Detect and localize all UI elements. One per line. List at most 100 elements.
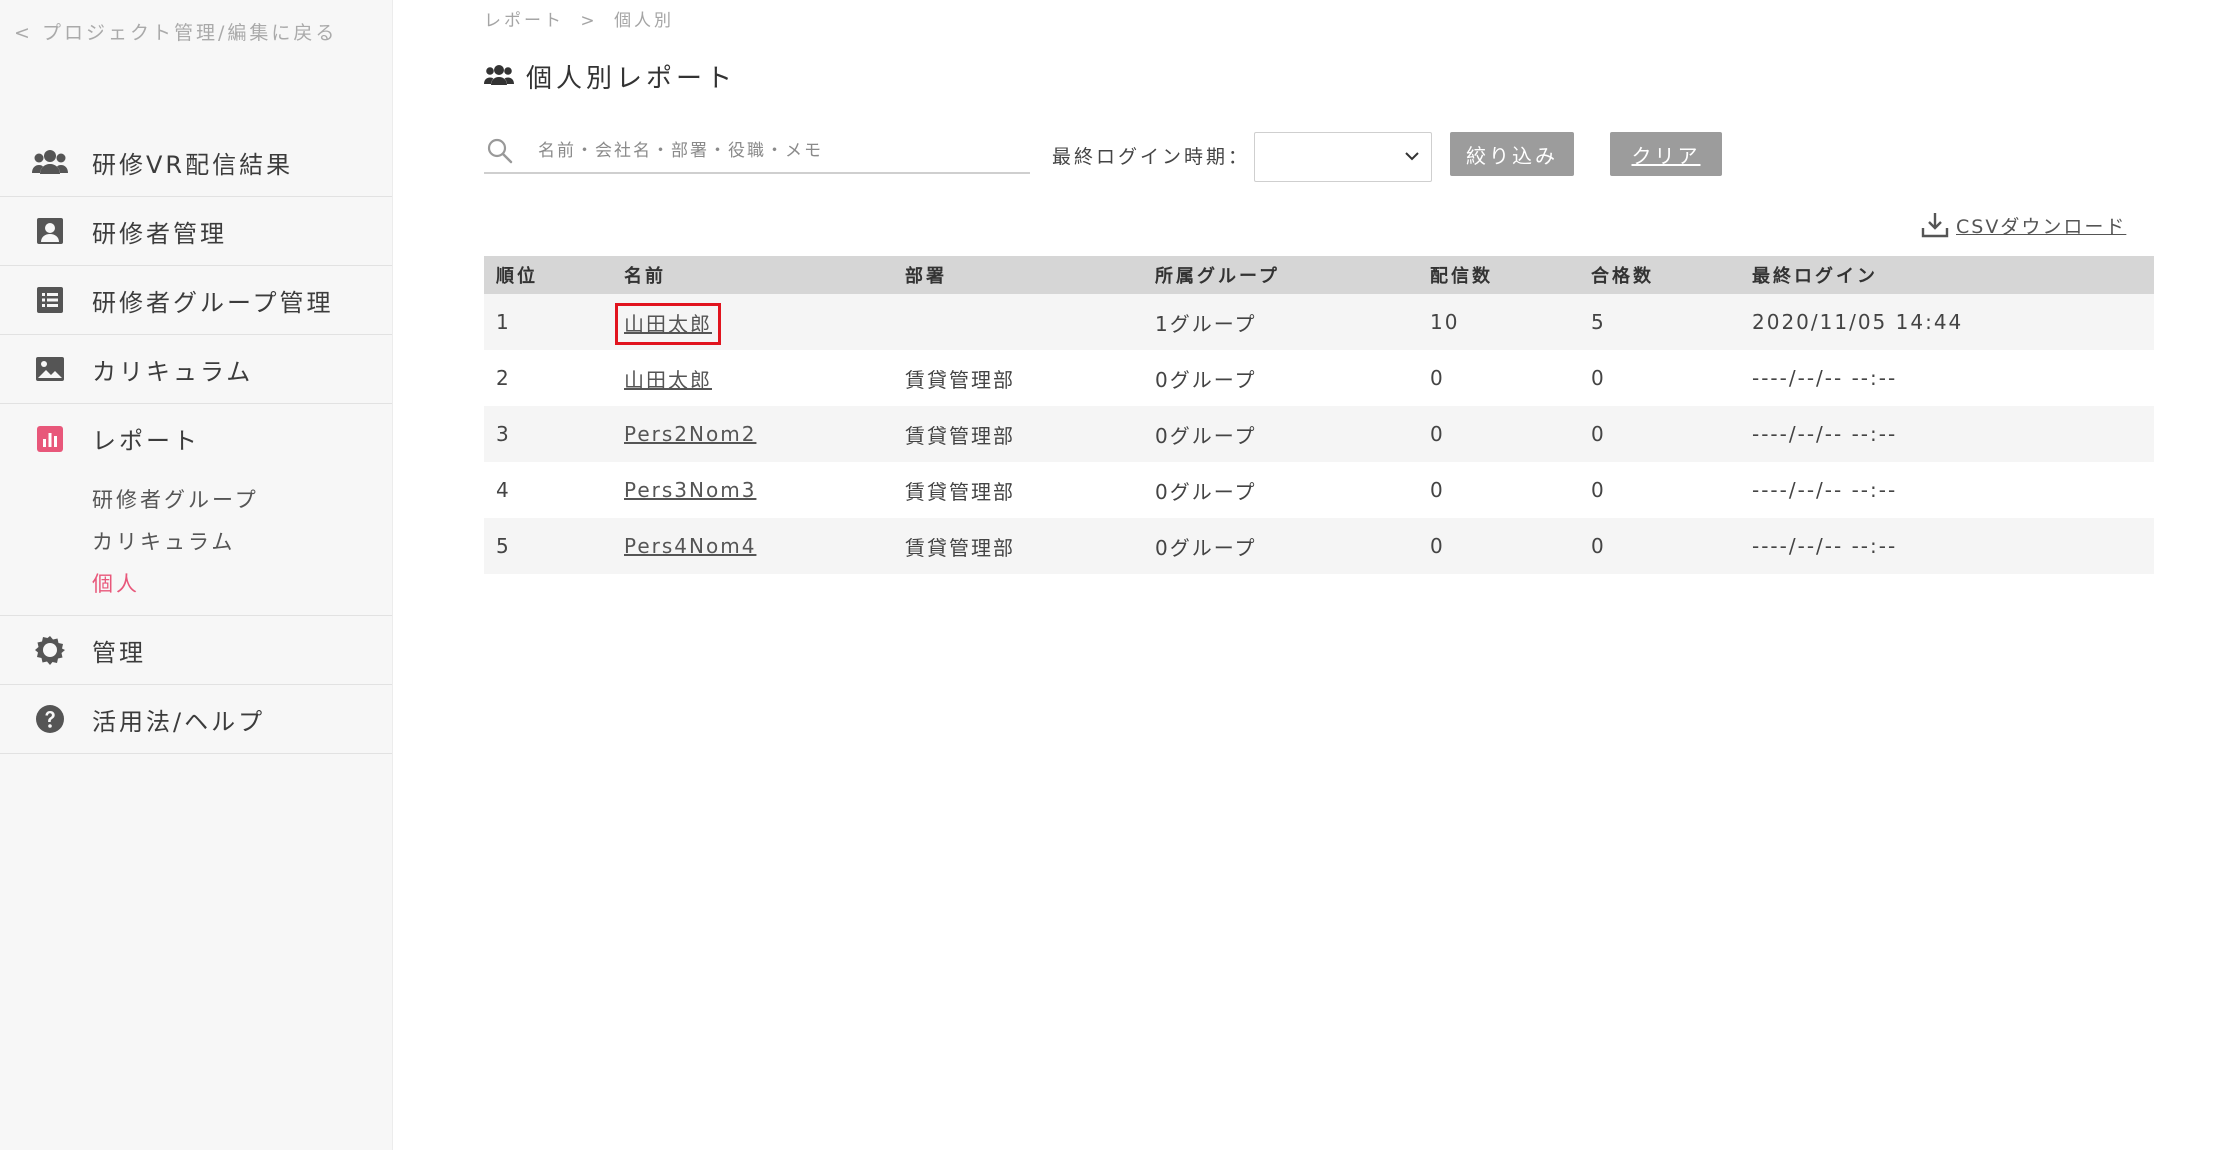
column-header-rank: 順位 — [484, 256, 612, 294]
cell-department: 賃貸管理部 — [893, 350, 1143, 406]
app-root: < プロジェクト管理/編集に戻る 研修VR配信結果 研修者管理 研修者グループ管… — [0, 0, 2217, 1150]
trainee-name-link[interactable]: Pers3Nom3 — [624, 478, 756, 502]
column-header-deliveries: 配信数 — [1418, 256, 1579, 294]
cell-rank: 5 — [484, 518, 612, 574]
cell-name: Pers2Nom2 — [612, 406, 893, 462]
trainee-name-link[interactable]: Pers2Nom2 — [624, 422, 756, 446]
table-header-row: 順位 名前 部署 所属グループ 配信数 合格数 最終ログイン — [484, 256, 2154, 294]
cell-last-login: ----/--/-- --:-- — [1740, 350, 2154, 406]
cell-group: 1グループ — [1143, 294, 1418, 350]
sidebar-item-training-results[interactable]: 研修VR配信結果 — [0, 128, 392, 197]
cell-rank: 3 — [484, 406, 612, 462]
bar-chart-icon — [30, 419, 70, 459]
sidebar: < プロジェクト管理/編集に戻る 研修VR配信結果 研修者管理 研修者グループ管… — [0, 0, 393, 1150]
cell-group: 0グループ — [1143, 406, 1418, 462]
cell-passed: 0 — [1579, 462, 1740, 518]
last-login-select[interactable] — [1254, 132, 1432, 182]
cell-department: 賃貸管理部 — [893, 462, 1143, 518]
search-icon — [486, 137, 514, 165]
table-row: 5 Pers4Nom4 賃貸管理部 0グループ 0 0 ----/--/-- -… — [484, 518, 2154, 574]
column-header-name: 名前 — [612, 256, 893, 294]
cell-deliveries: 0 — [1418, 350, 1579, 406]
report-subnav: 研修者グループ カリキュラム 個人 — [0, 473, 392, 616]
last-login-label: 最終ログイン時期： — [1052, 146, 1251, 168]
search-box — [484, 130, 1030, 174]
cell-passed: 5 — [1579, 294, 1740, 350]
back-to-project-link[interactable]: < プロジェクト管理/編集に戻る — [14, 18, 337, 45]
help-icon — [30, 699, 70, 739]
cell-last-login: ----/--/-- --:-- — [1740, 406, 2154, 462]
list-icon — [30, 280, 70, 320]
cell-deliveries: 0 — [1418, 462, 1579, 518]
cell-name: 山田太郎 — [612, 294, 893, 350]
cell-name: Pers3Nom3 — [612, 462, 893, 518]
cell-department — [893, 294, 1143, 350]
cell-name: 山田太郎 — [612, 350, 893, 406]
cell-passed: 0 — [1579, 406, 1740, 462]
person-card-icon — [30, 211, 70, 251]
sidebar-item-label: 研修者管理 — [92, 219, 227, 248]
breadcrumb: レポート > 個人別 — [484, 6, 674, 31]
cell-last-login: ----/--/-- --:-- — [1740, 518, 2154, 574]
page-title: 個人別レポート — [484, 58, 736, 95]
sidebar-nav: 研修VR配信結果 研修者管理 研修者グループ管理 カリキュラム レポート 研修者… — [0, 128, 392, 754]
chevron-down-icon — [1403, 147, 1421, 165]
cell-group: 0グループ — [1143, 518, 1418, 574]
table-row: 1 山田太郎 1グループ 10 5 2020/11/05 14:44 — [484, 294, 2154, 350]
sidebar-item-trainee-group-management[interactable]: 研修者グループ管理 — [0, 266, 392, 335]
subnav-item-trainee-group[interactable]: 研修者グループ — [0, 479, 392, 521]
cell-group: 0グループ — [1143, 350, 1418, 406]
cell-rank: 4 — [484, 462, 612, 518]
image-icon — [30, 349, 70, 389]
sidebar-item-label: 研修者グループ管理 — [92, 288, 334, 317]
csv-download-label: CSVダウンロード — [1956, 215, 2127, 238]
cell-department: 賃貸管理部 — [893, 518, 1143, 574]
table-row: 4 Pers3Nom3 賃貸管理部 0グループ 0 0 ----/--/-- -… — [484, 462, 2154, 518]
cell-passed: 0 — [1579, 350, 1740, 406]
column-header-department: 部署 — [893, 256, 1143, 294]
trainee-name-link[interactable]: 山田太郎 — [615, 302, 721, 345]
clear-button[interactable]: クリア — [1610, 132, 1722, 176]
sidebar-item-label: レポート — [92, 427, 200, 455]
column-header-group: 所属グループ — [1143, 256, 1418, 294]
subnav-item-curriculum[interactable]: カリキュラム — [0, 521, 392, 563]
trainee-name-link[interactable]: 山田太郎 — [624, 368, 712, 392]
csv-download-link[interactable]: CSVダウンロード — [1920, 210, 2126, 240]
table-row: 2 山田太郎 賃貸管理部 0グループ 0 0 ----/--/-- --:-- — [484, 350, 2154, 406]
sidebar-item-label: 研修VR配信結果 — [92, 150, 294, 179]
column-header-last-login: 最終ログイン — [1740, 256, 2154, 294]
cell-deliveries: 0 — [1418, 406, 1579, 462]
breadcrumb-current: 個人別 — [614, 11, 675, 31]
cell-deliveries: 0 — [1418, 518, 1579, 574]
sidebar-item-label: 管理 — [92, 638, 146, 667]
users-icon — [484, 63, 514, 91]
cell-department: 賃貸管理部 — [893, 406, 1143, 462]
sidebar-item-curriculum[interactable]: カリキュラム — [0, 335, 392, 404]
sidebar-item-help[interactable]: 活用法/ヘルプ — [0, 685, 392, 754]
cell-rank: 1 — [484, 294, 612, 350]
cell-last-login: ----/--/-- --:-- — [1740, 462, 2154, 518]
page-title-text: 個人別レポート — [526, 64, 737, 94]
individual-report-table: 順位 名前 部署 所属グループ 配信数 合格数 最終ログイン 1 山田太郎 1グ… — [484, 256, 2154, 574]
main-content: レポート > 個人別 個人別レポート 最終ログイン時期： 絞り込み クリア — [392, 0, 2217, 1150]
breadcrumb-parent[interactable]: レポート — [484, 6, 564, 31]
sidebar-item-trainee-management[interactable]: 研修者管理 — [0, 197, 392, 266]
cell-group: 0グループ — [1143, 462, 1418, 518]
cell-deliveries: 10 — [1418, 294, 1579, 350]
sidebar-item-label: 活用法/ヘルプ — [92, 707, 266, 736]
users-icon — [30, 142, 70, 182]
column-header-passed: 合格数 — [1579, 256, 1740, 294]
sidebar-item-label: カリキュラム — [92, 357, 254, 386]
gear-icon — [30, 630, 70, 670]
subnav-item-individual[interactable]: 個人 — [0, 563, 392, 605]
filter-button[interactable]: 絞り込み — [1450, 132, 1574, 176]
table-row: 3 Pers2Nom2 賃貸管理部 0グループ 0 0 ----/--/-- -… — [484, 406, 2154, 462]
breadcrumb-separator: > — [580, 11, 598, 31]
sidebar-item-report[interactable]: レポート — [0, 404, 392, 473]
sidebar-item-admin[interactable]: 管理 — [0, 616, 392, 685]
cell-rank: 2 — [484, 350, 612, 406]
search-input[interactable] — [536, 140, 1010, 162]
trainee-name-link[interactable]: Pers4Nom4 — [624, 534, 756, 558]
cell-passed: 0 — [1579, 518, 1740, 574]
download-icon — [1920, 210, 1950, 240]
